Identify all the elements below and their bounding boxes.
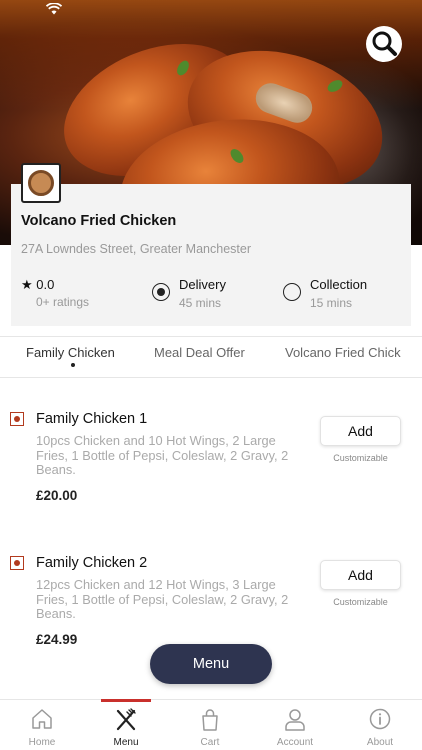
user-icon: [284, 708, 306, 732]
divider: [0, 377, 422, 378]
delivery-label: Delivery: [179, 277, 226, 292]
delivery-radio[interactable]: [152, 283, 170, 301]
shopping-bag-icon: [199, 708, 221, 732]
tab-family-chicken[interactable]: Family Chicken: [26, 345, 115, 360]
item-name: Family Chicken 1: [36, 411, 148, 427]
active-tab-indicator: [71, 363, 75, 367]
active-nav-indicator: [101, 699, 151, 702]
item-price: £24.99: [36, 632, 78, 647]
collection-radio[interactable]: [283, 283, 301, 301]
collection-label: Collection: [310, 277, 368, 292]
wifi-icon: [45, 2, 63, 18]
nav-menu[interactable]: Menu: [84, 699, 168, 750]
nav-account[interactable]: Account: [253, 700, 337, 750]
search-button[interactable]: [366, 26, 402, 62]
item-name: Family Chicken 2: [36, 555, 148, 571]
nav-home-label: Home: [28, 737, 56, 748]
menu-button[interactable]: Menu: [150, 644, 272, 684]
restaurant-logo: [21, 163, 61, 203]
nav-account-label: Account: [276, 737, 314, 748]
nav-about-label: About: [366, 737, 394, 748]
info-icon: [369, 708, 391, 732]
item-description: 12pcs Chicken and 12 Hot Wings, 3 Large …: [36, 577, 289, 622]
customizable-label: Customizable: [333, 597, 388, 607]
bottom-nav: Home Menu Cart Account About: [0, 699, 422, 750]
ratings-count: 0+ ratings: [36, 295, 90, 309]
fork-knife-icon: [115, 708, 137, 732]
collection-option[interactable]: Collection 15 mins: [283, 277, 367, 310]
nav-menu-label: Menu: [113, 737, 139, 748]
food-type-icon: [10, 412, 24, 426]
nav-about[interactable]: About: [338, 700, 422, 750]
nav-cart-label: Cart: [200, 737, 220, 748]
tab-meal-deal-offer[interactable]: Meal Deal Offer: [154, 345, 245, 360]
restaurant-address: 27A Lowndes Street, Greater Manchester: [21, 242, 251, 256]
add-button[interactable]: Add: [320, 416, 401, 446]
delivery-time: 45 mins: [179, 296, 222, 310]
category-tabs: Family Chicken Meal Deal Offer Volcano F…: [0, 338, 422, 376]
star-icon: ★: [21, 277, 33, 292]
nav-cart[interactable]: Cart: [168, 700, 252, 750]
search-icon: [370, 29, 398, 60]
collection-time: 15 mins: [310, 296, 353, 310]
add-button[interactable]: Add: [320, 560, 401, 590]
divider: [0, 336, 422, 337]
home-icon: [31, 708, 53, 732]
item-description: 10pcs Chicken and 10 Hot Wings, 2 Large …: [36, 433, 289, 478]
rating-value: 0.0: [36, 277, 55, 292]
food-type-icon: [10, 556, 24, 570]
nav-home[interactable]: Home: [0, 700, 84, 750]
item-price: £20.00: [36, 488, 78, 503]
restaurant-name: Volcano Fried Chicken: [21, 213, 177, 229]
customizable-label: Customizable: [333, 453, 388, 463]
rating: ★ 0.0: [21, 277, 54, 293]
tab-volcano-fried-chicken[interactable]: Volcano Fried Chick: [285, 345, 401, 360]
delivery-option[interactable]: Delivery 45 mins: [152, 277, 226, 310]
